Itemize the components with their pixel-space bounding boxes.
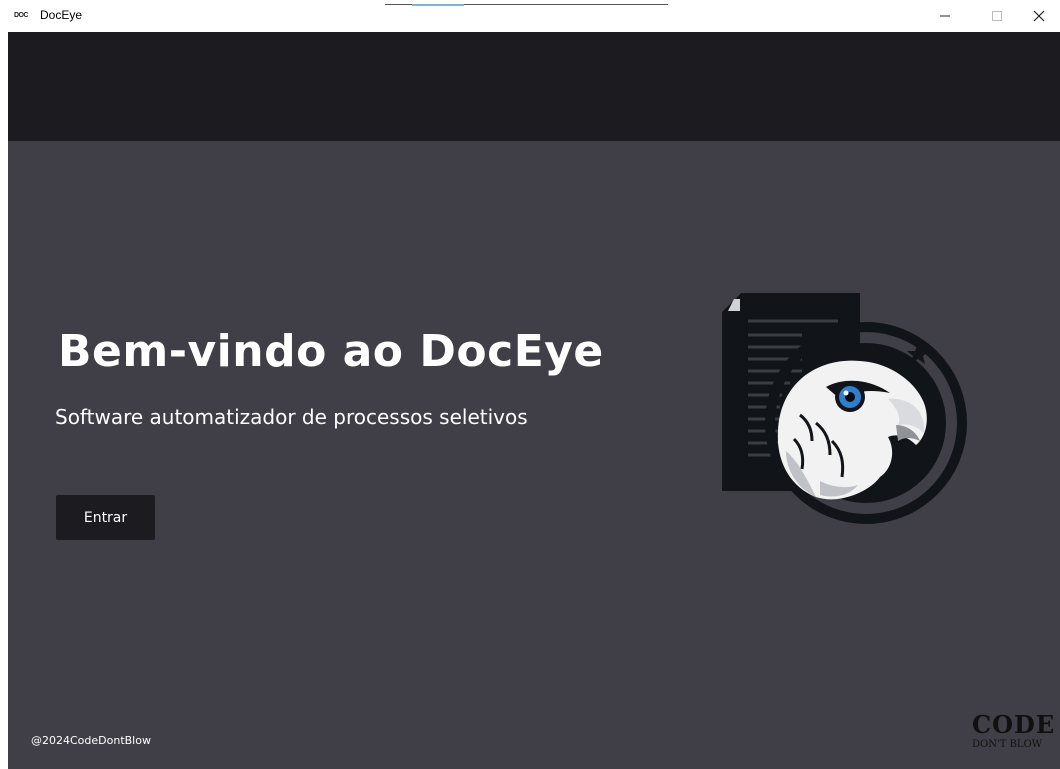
window-title: DocEye bbox=[40, 8, 83, 22]
welcome-subtitle: Software automatizador de processos sele… bbox=[55, 405, 528, 429]
brand-logo-bottom: DON'T BLOW bbox=[972, 739, 1043, 750]
window-border bbox=[0, 32, 8, 769]
minimize-button[interactable] bbox=[922, 0, 968, 32]
close-button[interactable] bbox=[1016, 0, 1060, 32]
app-icon: DOC bbox=[14, 12, 29, 19]
header-bar bbox=[8, 32, 1060, 141]
maximize-icon bbox=[992, 11, 1002, 21]
enter-button[interactable]: Entrar bbox=[56, 495, 155, 540]
welcome-title: Bem-vindo ao DocEye bbox=[58, 326, 604, 377]
close-icon bbox=[1033, 10, 1045, 22]
brand-logo-top: CODE bbox=[972, 710, 1056, 739]
doceye-eagle-logo-icon bbox=[722, 293, 967, 524]
code-dont-blow-logo: CODE DON'T BLOW bbox=[968, 708, 1060, 758]
title-bar-accent bbox=[412, 4, 464, 6]
footer-copyright: @2024CodeDontBlow bbox=[31, 734, 151, 747]
maximize-button[interactable] bbox=[974, 0, 1020, 32]
main-panel: Bem-vindo ao DocEye Software automatizad… bbox=[8, 141, 1060, 769]
minimize-icon bbox=[940, 15, 950, 17]
window-title-bar: DOC DocEye bbox=[0, 0, 1060, 32]
